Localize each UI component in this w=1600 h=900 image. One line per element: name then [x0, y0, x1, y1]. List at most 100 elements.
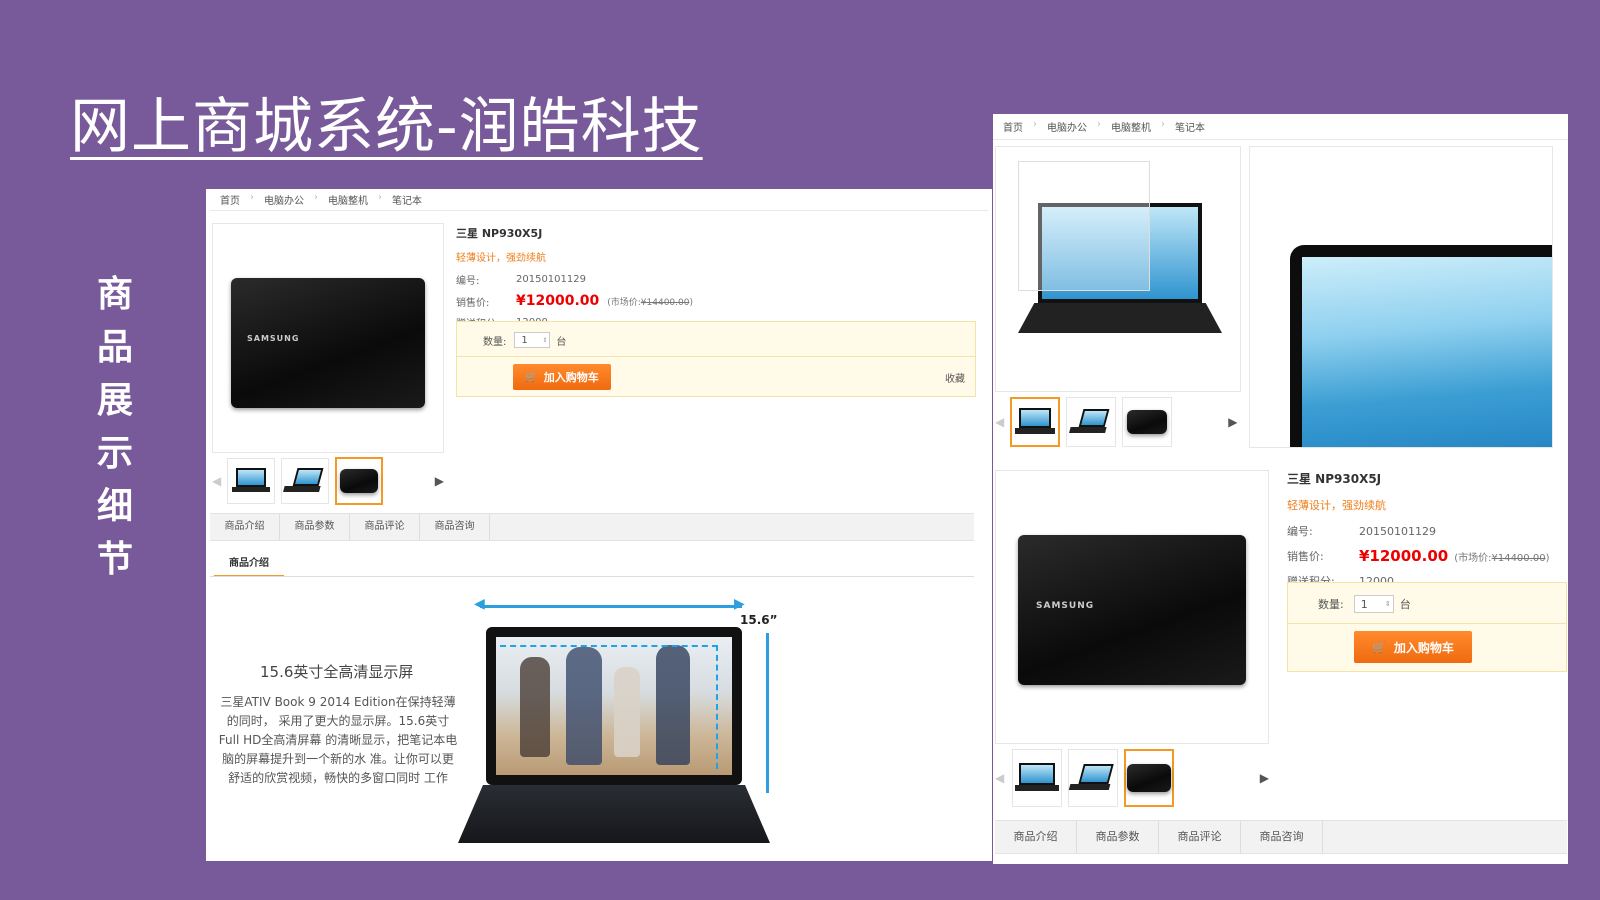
- thumbnail-laptop-side: [1069, 409, 1114, 435]
- tab-questions[interactable]: 商品咨询: [1241, 821, 1323, 853]
- tab-reviews[interactable]: 商品评论: [350, 514, 420, 540]
- breadcrumb-item[interactable]: 笔记本: [382, 192, 436, 207]
- breadcrumb-item[interactable]: 电脑办公: [1037, 119, 1101, 134]
- thumbnail-selected[interactable]: [334, 457, 383, 505]
- breadcrumb-item[interactable]: 电脑整机: [318, 192, 382, 207]
- quantity-input[interactable]: 1: [515, 335, 533, 346]
- product-name: 三星 NP930X5J: [1287, 472, 1382, 486]
- market-price: (市场价:¥14400.00): [1454, 549, 1549, 564]
- chevron-right-icon[interactable]: ▶: [435, 474, 444, 488]
- thumbnail[interactable]: [1012, 749, 1062, 807]
- thumbnail[interactable]: [1122, 397, 1173, 447]
- thumbnail-laptop-open: [1015, 763, 1060, 793]
- stepper-arrows-icon[interactable]: ⇕: [1385, 600, 1393, 608]
- thumbnail-strip: ◀ ▶: [995, 396, 1241, 448]
- breadcrumb-home[interactable]: 首页: [993, 119, 1037, 134]
- active-section-tab[interactable]: 商品介绍: [214, 553, 284, 577]
- product-tabs: 商品介绍 商品参数 商品评论 商品咨询: [210, 513, 974, 541]
- sale-price: ¥12000.00: [516, 293, 600, 309]
- thumbnail[interactable]: [1067, 749, 1118, 807]
- zoomed-laptop-screen: [1290, 245, 1552, 447]
- thumbnail-laptop-closed: [1126, 764, 1171, 792]
- breadcrumb-item[interactable]: 电脑办公: [254, 192, 318, 207]
- chevron-left-icon[interactable]: ◀: [995, 415, 1004, 429]
- tab-parameters[interactable]: 商品参数: [1077, 821, 1159, 853]
- product-slogan: 轻薄设计，强劲续航: [1287, 499, 1386, 512]
- side-caption-char: 节: [96, 539, 133, 580]
- cart-icon: 🛒: [1372, 640, 1386, 654]
- thumbnail-laptop-side: [1068, 764, 1118, 792]
- thumbnail-selected[interactable]: [1123, 749, 1174, 807]
- chevron-right-icon[interactable]: ▶: [1260, 771, 1269, 785]
- height-dimension-arrow: [766, 633, 769, 793]
- quantity-row: 数量: 1 ⇕ 台: [1318, 595, 1411, 613]
- product-code-row: 编号: 20150101129: [1287, 523, 1563, 539]
- feature-title: 15.6英寸全高清显示屏: [260, 663, 414, 681]
- product-page-screenshot-main: 首页 电脑办公 电脑整机 笔记本 SAMSUNG ◀ ▶ 三星 NP9: [206, 189, 992, 861]
- thumbnail-selected[interactable]: [1010, 397, 1061, 447]
- family-beach-photo: [496, 637, 732, 775]
- market-price-value: ¥14400.00: [640, 297, 690, 308]
- price-label: 销售价:: [1287, 550, 1324, 563]
- tab-description[interactable]: 商品介绍: [210, 514, 280, 540]
- quantity-label: 数量:: [483, 336, 507, 348]
- add-to-cart-button[interactable]: 🛒 加入购物车: [513, 364, 611, 390]
- product-tabs: 商品介绍 商品参数 商品评论 商品咨询: [995, 820, 1567, 854]
- breadcrumb-item[interactable]: 电脑整机: [1101, 119, 1165, 134]
- add-to-cart-label: 加入购物车: [1393, 640, 1454, 655]
- thumbnail-strip: ◀ ▶: [212, 456, 444, 506]
- thumbnail[interactable]: [1066, 397, 1117, 447]
- price-row: 销售价: ¥12000.00 (市场价:¥14400.00): [1287, 547, 1563, 565]
- price-row: 销售价: ¥12000.00 (市场价:¥14400.00): [456, 293, 976, 309]
- sale-price: ¥12000.00: [1359, 547, 1449, 565]
- brand-logo: SAMSUNG: [247, 334, 300, 343]
- quantity-stepper[interactable]: 1 ⇕: [514, 332, 551, 348]
- feature-description: 三星ATIV Book 9 2014 Edition在保持轻薄的同时， 采用了更…: [218, 695, 458, 785]
- chevron-right-icon[interactable]: ▶: [1228, 415, 1237, 429]
- side-caption: 商 品 展 示 细 节: [95, 268, 135, 586]
- market-price-prefix: (市场价:: [1454, 552, 1492, 564]
- stepper-arrows-icon[interactable]: ⇕: [542, 337, 549, 344]
- cart-icon: 🛒: [525, 371, 538, 383]
- chevron-left-icon[interactable]: ◀: [995, 771, 1004, 785]
- side-caption-char: 示: [96, 433, 133, 474]
- side-caption-char: 品: [96, 327, 133, 368]
- market-price-suffix: ): [689, 297, 693, 308]
- thumbnail[interactable]: [227, 458, 276, 504]
- arrow-right-head-icon: ▶: [734, 596, 745, 612]
- quantity-label: 数量:: [1318, 598, 1344, 611]
- quantity-unit: 台: [556, 336, 567, 348]
- arrow-left-head-icon: ◀: [474, 596, 485, 612]
- product-name: 三星 NP930X5J: [456, 227, 543, 240]
- side-caption-char: 商: [96, 274, 133, 315]
- product-photo-closed-laptop: SAMSUNG: [1018, 535, 1246, 685]
- width-dimension-arrow: [480, 605, 742, 608]
- market-price-value: ¥14400.00: [1491, 552, 1546, 564]
- tab-reviews[interactable]: 商品评论: [1159, 821, 1241, 853]
- thumbnail[interactable]: [281, 458, 329, 504]
- product-main-image: SAMSUNG: [212, 223, 444, 453]
- tab-description[interactable]: 商品介绍: [995, 821, 1077, 853]
- add-to-cart-button[interactable]: 🛒 加入购物车: [1354, 631, 1472, 663]
- zoomed-image-view: [1249, 146, 1553, 448]
- breadcrumb-item[interactable]: 笔记本: [1165, 119, 1219, 134]
- laptop-keyboard-base: [458, 785, 770, 843]
- chevron-left-icon[interactable]: ◀: [212, 474, 221, 488]
- price-label: 销售价:: [456, 297, 490, 309]
- quantity-stepper[interactable]: 1 ⇕: [1353, 595, 1394, 613]
- tab-questions[interactable]: 商品咨询: [420, 514, 490, 540]
- product-page-screenshot-detail: SAMSUNG ◀ ▶ 三星 NP930X5J 轻薄设计，强劲续航 编号: 20…: [993, 468, 1568, 864]
- breadcrumb: 首页 电脑办公 电脑整机 笔记本: [210, 189, 988, 211]
- thumbnail-laptop-side: [283, 468, 328, 494]
- side-caption-char: 细: [96, 486, 133, 527]
- slide-title: 网上商城系统-润皓科技: [70, 92, 703, 162]
- product-code-label: 编号:: [456, 276, 480, 287]
- zoom-lens-overlay: [1018, 161, 1150, 291]
- tab-parameters[interactable]: 商品参数: [280, 514, 350, 540]
- breadcrumb-home[interactable]: 首页: [210, 192, 254, 207]
- favorite-link[interactable]: 收藏: [945, 370, 965, 385]
- quantity-input[interactable]: 1: [1355, 598, 1374, 611]
- purchase-box: 数量: 1 ⇕ 台 🛒 加入购物车: [1287, 582, 1567, 672]
- product-slogan: 轻薄设计，强劲续航: [456, 253, 546, 264]
- thumbnail-laptop-closed: [1127, 410, 1168, 434]
